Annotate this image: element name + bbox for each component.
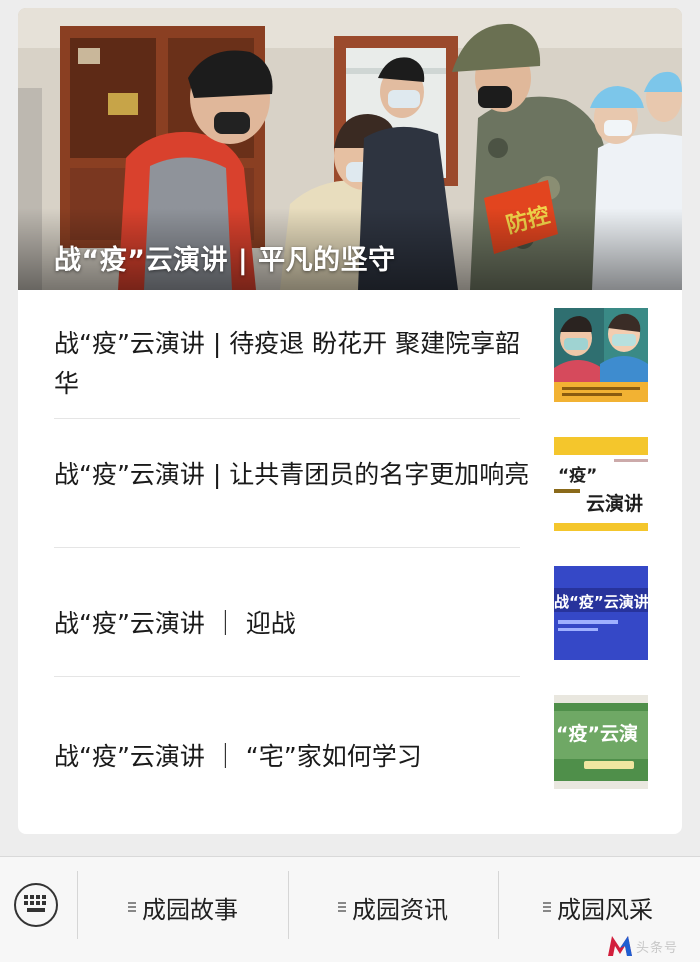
- article-card: 防控 战“疫”云演讲 | 平凡的坚守 战“疫”云演讲 | 待疫退 盼花开 聚建院…: [18, 8, 682, 834]
- menu-lines-icon: [338, 902, 346, 912]
- hero-article[interactable]: 防控 战“疫”云演讲 | 平凡的坚守: [18, 8, 682, 290]
- list-item[interactable]: 战“疫”云演讲 ｜ “宅”家如何学习 “疫”云演: [54, 677, 650, 806]
- article-title: 战“疫”云演讲 | 待疫退 盼花开 聚建院享韶华: [54, 329, 521, 398]
- thumb-text: 战“疫”云演讲: [554, 593, 648, 611]
- green-poster-thumbnail: “疫”云演: [554, 695, 648, 789]
- tab-chengyuan-news[interactable]: 成园资讯: [288, 887, 498, 927]
- article-title: 战“疫”云演讲 ｜ “宅”家如何学习: [54, 742, 422, 771]
- list-item[interactable]: 战“疫”云演讲 ｜ 迎战 战“疫”云演讲: [54, 548, 650, 677]
- masked-figures-illustration-thumbnail: [554, 308, 648, 402]
- list-item[interactable]: 战“疫”云演讲 | 待疫退 盼花开 聚建院享韶华: [54, 290, 650, 419]
- watermark: 头条号: [607, 934, 678, 958]
- tab-label: 成园风采: [557, 895, 653, 924]
- keyboard-icon[interactable]: [14, 883, 58, 927]
- list-item[interactable]: 战“疫”云演讲 | 让共青团员的名字更加响亮 “疫” 云演讲: [54, 419, 650, 548]
- bottom-menu-bar: 成园故事 成园资讯 成园风采: [0, 856, 700, 962]
- tab-label: 成园资讯: [352, 895, 448, 924]
- tab-chengyuan-style[interactable]: 成园风采: [498, 887, 698, 927]
- watermark-text: 头条号: [636, 940, 679, 956]
- yellow-poster-thumbnail: “疫” 云演讲: [554, 437, 648, 531]
- article-title: 战“疫”云演讲 ｜ 迎战: [54, 609, 296, 638]
- tab-chengyuan-stories[interactable]: 成园故事: [78, 887, 288, 927]
- menu-lines-icon: [128, 902, 136, 912]
- hero-title: 战“疫”云演讲 | 平凡的坚守: [54, 245, 396, 276]
- watermark-logo-icon: [608, 936, 632, 956]
- blue-poster-thumbnail: 战“疫”云演讲: [554, 566, 648, 660]
- thumb-text: “疫”: [558, 465, 597, 486]
- menu-lines-icon: [543, 902, 551, 912]
- article-title: 战“疫”云演讲 | 让共青团员的名字更加响亮: [54, 460, 530, 489]
- thumb-text: “疫”云演: [556, 722, 638, 745]
- tab-label: 成园故事: [142, 895, 238, 924]
- thumb-text: 云演讲: [586, 492, 643, 515]
